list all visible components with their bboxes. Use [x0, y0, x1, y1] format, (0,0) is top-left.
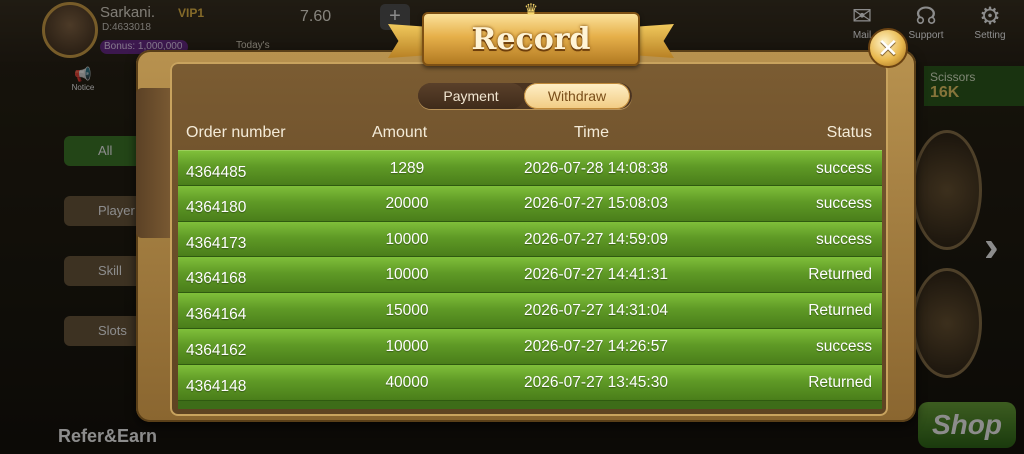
setting-icon: ⚙ — [979, 3, 1001, 30]
time: 2026-07-27 14:26:57 — [524, 337, 668, 355]
column-amount: Amount — [372, 124, 428, 141]
modal-title: Record — [471, 22, 591, 57]
time: 2026-07-27 14:31:04 — [524, 302, 668, 320]
table-header: Order number Amount Time Status — [178, 124, 882, 146]
table-row: 4364148 40000 2026-07-27 13:45:30 Return… — [178, 364, 882, 401]
close-icon: ✕ — [877, 33, 899, 63]
shop-button[interactable]: Shop — [918, 402, 1016, 448]
support-icon: ☊ — [915, 3, 937, 30]
user-id: D:4633018 — [102, 22, 151, 33]
time: 2026-07-27 14:41:31 — [524, 266, 668, 284]
table-row: 4364485 1289 2026-07-28 14:08:38 success — [178, 150, 882, 186]
order-number: 4364168 — [186, 270, 247, 288]
avatar[interactable] — [42, 2, 98, 58]
megaphone-icon: 📢 — [74, 66, 92, 82]
table-bottom-edge — [178, 401, 882, 409]
notice-button[interactable]: 📢 Notice — [66, 66, 100, 92]
table-row: 4364168 10000 2026-07-27 14:41:31 Return… — [178, 257, 882, 294]
time: 2026-07-27 14:59:09 — [524, 230, 668, 248]
crown-icon: ♛ — [523, 2, 539, 19]
order-number: 4364148 — [186, 377, 247, 395]
table-row: 4364173 10000 2026-07-27 14:59:09 succes… — [178, 221, 882, 258]
column-time: Time — [574, 124, 609, 141]
balance-value: 7.60 — [300, 8, 332, 25]
support-label: Support — [908, 30, 944, 41]
close-button[interactable]: ✕ — [868, 28, 908, 68]
order-number: 4364173 — [186, 234, 247, 252]
amount: 10000 — [385, 337, 429, 355]
tab-payment[interactable]: Payment — [418, 83, 524, 109]
mail-label: Mail — [852, 30, 872, 41]
status: Returned — [808, 373, 872, 391]
table-row: 4364164 15000 2026-07-27 14:31:04 Return… — [178, 293, 882, 329]
chevron-right-icon[interactable]: › — [984, 222, 999, 272]
time: 2026-07-27 13:45:30 — [524, 373, 668, 391]
amount: 10000 — [385, 230, 429, 248]
status: Returned — [808, 266, 872, 284]
order-number: 4364162 — [186, 341, 247, 359]
time: 2026-07-27 15:08:03 — [524, 194, 668, 212]
record-tabs: Payment Withdraw — [418, 83, 632, 109]
tab-withdraw[interactable]: Withdraw — [524, 83, 630, 109]
amount: 1289 — [389, 160, 425, 177]
record-table-body: 4364485 1289 2026-07-28 14:08:38 success… — [178, 150, 882, 401]
status: success — [816, 230, 872, 248]
status: success — [816, 160, 872, 177]
order-number: 4364164 — [186, 306, 247, 324]
record-banner: Record ♛ — [388, 2, 674, 70]
column-status: Status — [826, 124, 872, 141]
table-row: 4364162 10000 2026-07-27 14:26:57 succes… — [178, 328, 882, 365]
game-scissors-label: Scissors — [930, 70, 976, 84]
setting-label: Setting — [974, 30, 1006, 41]
game-tile[interactable] — [912, 268, 982, 378]
amount: 15000 — [385, 302, 429, 320]
game-scissors-card[interactable]: Scissors 16K — [924, 66, 1024, 106]
time: 2026-07-28 14:08:38 — [524, 160, 668, 177]
user-name: Sarkani. — [100, 4, 156, 21]
table-row: 4364180 20000 2026-07-27 15:08:03 succes… — [178, 185, 882, 222]
status: Returned — [808, 302, 872, 320]
amount: 10000 — [385, 266, 429, 284]
game-scissors-value: 16K — [930, 84, 960, 101]
status: success — [816, 337, 872, 355]
notice-label: Notice — [71, 83, 95, 92]
amount: 20000 — [385, 194, 429, 212]
modal-side-tab — [136, 88, 172, 238]
column-order-number: Order number — [186, 124, 286, 141]
vip-badge[interactable]: VIP1 — [178, 6, 204, 20]
status: success — [816, 194, 872, 212]
game-tile[interactable] — [912, 130, 982, 250]
order-number: 4364180 — [186, 198, 247, 216]
refer-earn-button[interactable]: Refer&Earn — [58, 426, 157, 447]
amount: 40000 — [385, 373, 429, 391]
mail-icon: ✉ — [851, 3, 873, 30]
banner-plate: Record — [422, 12, 640, 66]
support-button[interactable]: ☊ Support — [904, 3, 948, 42]
setting-button[interactable]: ⚙ Setting — [968, 3, 1012, 42]
